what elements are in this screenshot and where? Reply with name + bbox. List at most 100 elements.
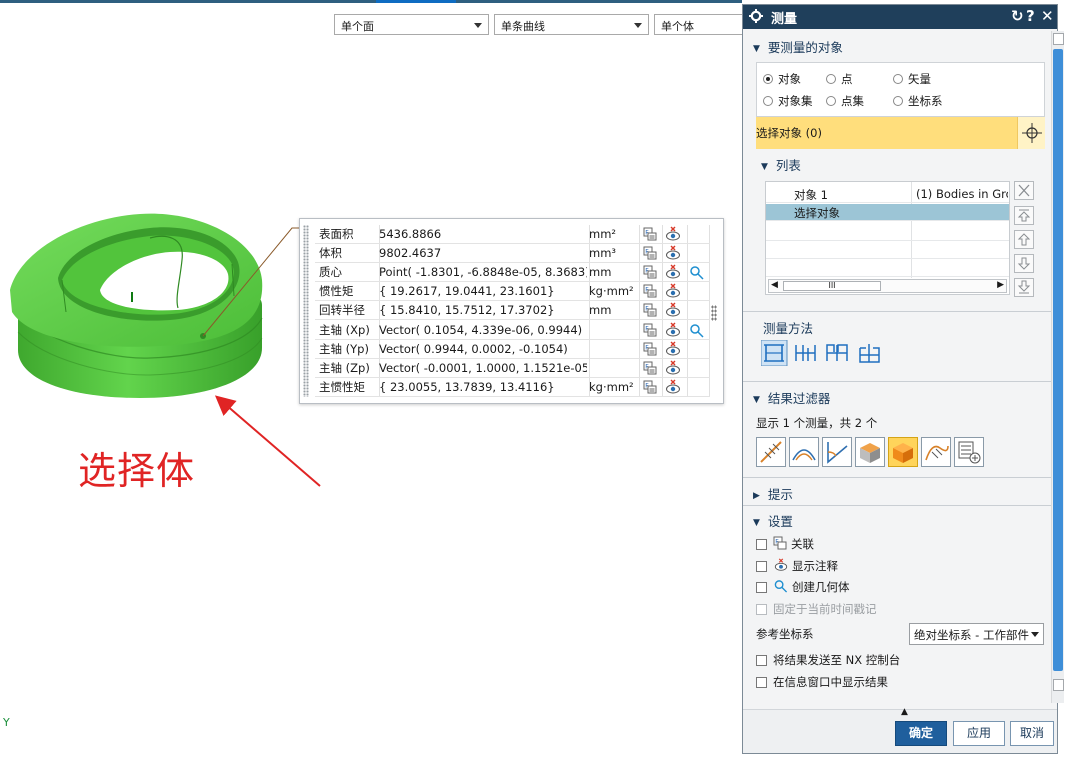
show-annotation-icon[interactable] — [665, 283, 681, 299]
result-row[interactable]: 主轴 (Zp) Vector( -0.0001, 1.0000, 1.1521e-… — [315, 359, 710, 378]
radio-dot[interactable] — [763, 74, 773, 84]
result-row[interactable]: 回转半径 { 15.8410, 15.7512, 17.3702} mm F — [315, 301, 710, 321]
table-expand-handle[interactable] — [711, 305, 717, 321]
filter-volume-button[interactable] — [888, 437, 918, 467]
object-type-radio[interactable]: 对象 — [763, 71, 801, 87]
collapse-arrow-icon[interactable]: ▲ — [901, 707, 908, 717]
result-row[interactable]: 主轴 (Yp) Vector( 0.9944, 0.0002, -0.1054) F — [315, 340, 710, 359]
scroll-left-icon[interactable]: ◀ — [771, 280, 778, 290]
method-screen-distance-icon[interactable] — [826, 344, 848, 361]
help-icon[interactable]: ? — [1026, 7, 1035, 25]
curve-rule-dropdown[interactable]: 单条曲线 — [494, 14, 649, 35]
cancel-button[interactable]: 取消 — [1010, 721, 1054, 746]
filter-more-button[interactable] — [954, 437, 984, 467]
radio-dot[interactable] — [893, 96, 903, 106]
associative-icon[interactable]: F — [643, 246, 657, 260]
checkbox-box[interactable] — [756, 539, 767, 550]
show-in-info-checkbox[interactable]: 在信息窗口中显示结果 — [756, 673, 888, 691]
associative-icon[interactable]: F — [643, 303, 657, 317]
filter-arc-button[interactable] — [789, 437, 819, 467]
show-annotation-icon[interactable] — [665, 322, 681, 338]
show-annotation-icon[interactable] — [665, 360, 681, 376]
object-type-radio[interactable]: 矢量 — [893, 71, 931, 87]
radio-dot[interactable] — [893, 74, 903, 84]
ok-button[interactable]: 确定 — [895, 721, 947, 746]
method-distance-icon[interactable] — [760, 339, 788, 367]
close-icon[interactable]: ✕ — [1041, 7, 1054, 25]
list-item[interactable]: 选择对象 — [766, 204, 1009, 221]
associative-icon[interactable]: F — [643, 227, 657, 241]
setting-checkbox[interactable]: 创建几何体 — [756, 578, 850, 596]
result-row[interactable]: 主惯性矩 { 23.0055, 13.7839, 13.4116} kg·mm² F — [315, 378, 710, 397]
result-row[interactable]: 体积 9802.4637 mm³ F — [315, 244, 710, 264]
scroll-down-button[interactable] — [1053, 679, 1064, 691]
send-to-nx-checkbox[interactable]: 将结果发送至 NX 控制台 — [756, 651, 900, 669]
filter-angle-button[interactable] — [822, 437, 852, 467]
remove-item-button[interactable] — [1014, 181, 1034, 200]
show-annotation-icon[interactable] — [665, 341, 681, 357]
section-settings[interactable]: ▼ 设置 — [753, 511, 793, 529]
filter-curve-length-button[interactable] — [921, 437, 951, 467]
section-tips[interactable]: ▶ 提示 — [753, 484, 793, 502]
result-row[interactable]: 主轴 (Xp) Vector( 0.1054, 4.339e-06, 0.9944… — [315, 321, 710, 340]
radio-dot[interactable] — [826, 96, 836, 106]
create-geometry-icon[interactable] — [689, 323, 705, 338]
move-up-button[interactable] — [1014, 230, 1034, 249]
associative-icon[interactable]: F — [643, 323, 657, 337]
list-item[interactable]: 对象 1 (1) Bodies in Group — [766, 186, 1009, 203]
scroll-up-button[interactable] — [1053, 33, 1064, 45]
section-objects-to-measure[interactable]: ▼ 要测量的对象 — [753, 37, 843, 55]
show-annotation-icon[interactable] — [665, 302, 681, 318]
show-annotation-icon[interactable] — [665, 226, 681, 242]
subsection-list[interactable]: ▼ 列表 — [761, 155, 801, 173]
associative-icon[interactable]: F — [643, 265, 657, 279]
select-object-row[interactable]: 选择对象 (0) — [756, 117, 1045, 149]
associative-icon[interactable]: F — [643, 361, 657, 375]
create-geometry-icon[interactable] — [689, 265, 705, 280]
object-type-radio[interactable]: 坐标系 — [893, 93, 943, 109]
checkbox-box[interactable] — [756, 582, 767, 593]
move-to-top-button[interactable] — [1014, 206, 1034, 225]
checkbox-box[interactable] — [756, 677, 767, 688]
scroll-right-icon[interactable]: ▶ — [997, 280, 1004, 290]
hscroll-thumb[interactable]: III — [783, 281, 881, 291]
body-rule-dropdown[interactable]: 单个体 — [654, 14, 742, 35]
list-horizontal-scrollbar[interactable]: ◀ III ▶ — [768, 279, 1007, 293]
radio-dot[interactable] — [826, 74, 836, 84]
ref-csys-dropdown[interactable]: 绝对坐标系 - 工作部件 — [909, 623, 1044, 645]
method-min-clearance-icon[interactable] — [859, 344, 880, 363]
move-down-button[interactable] — [1014, 254, 1034, 273]
radio-dot[interactable] — [763, 96, 773, 106]
result-row[interactable]: 表面积 5436.8866 mm² F — [315, 225, 710, 244]
method-projected-distance-icon[interactable] — [795, 345, 816, 361]
dialog-scrollbar[interactable] — [1051, 31, 1064, 703]
checkbox-box[interactable] — [756, 655, 767, 666]
object-type-radio[interactable]: 对象集 — [763, 93, 813, 109]
section-result-filter[interactable]: ▼ 结果过滤器 — [753, 388, 830, 406]
scroll-thumb[interactable] — [1053, 49, 1063, 671]
filter-distance-button[interactable] — [756, 437, 786, 467]
move-to-bottom-button[interactable] — [1014, 278, 1034, 297]
crosshair-icon[interactable] — [1017, 117, 1045, 149]
apply-button[interactable]: 应用 — [953, 721, 1005, 746]
result-row[interactable]: 惯性矩 { 19.2617, 19.0441, 23.1601} kg·mm² F — [315, 282, 710, 302]
measurement-results-table[interactable]: 表面积 5436.8866 mm² F 体积 9802.4637 mm³ F 质心 Point( … — [299, 218, 724, 404]
chevron-down-icon — [634, 23, 642, 28]
show-annotation-icon[interactable] — [665, 264, 681, 280]
checkbox-box[interactable] — [756, 560, 767, 572]
associative-icon[interactable]: F — [643, 380, 657, 394]
object-type-radio[interactable]: 点集 — [826, 93, 864, 109]
filter-area-button[interactable] — [855, 437, 885, 467]
setting-checkbox[interactable]: 显示注释 — [756, 557, 838, 575]
show-annotation-icon[interactable] — [665, 379, 681, 395]
table-drag-handle[interactable] — [303, 225, 309, 397]
measure-object-list[interactable]: 对象 1 (1) Bodies in Group 选择对象 ◀ III ▶ — [765, 181, 1010, 295]
associative-icon[interactable]: F — [643, 342, 657, 356]
object-type-radio[interactable]: 点 — [826, 71, 853, 87]
face-rule-dropdown[interactable]: 单个面 — [334, 14, 489, 35]
show-annotation-icon[interactable] — [665, 245, 681, 261]
setting-checkbox[interactable]: F 关联 — [756, 535, 814, 553]
result-row[interactable]: 质心 Point( -1.8301, -6.8848e-05, 8.3683) mm… — [315, 263, 710, 283]
reset-icon[interactable]: ↻ — [1011, 7, 1024, 25]
associative-icon[interactable]: F — [643, 284, 657, 298]
